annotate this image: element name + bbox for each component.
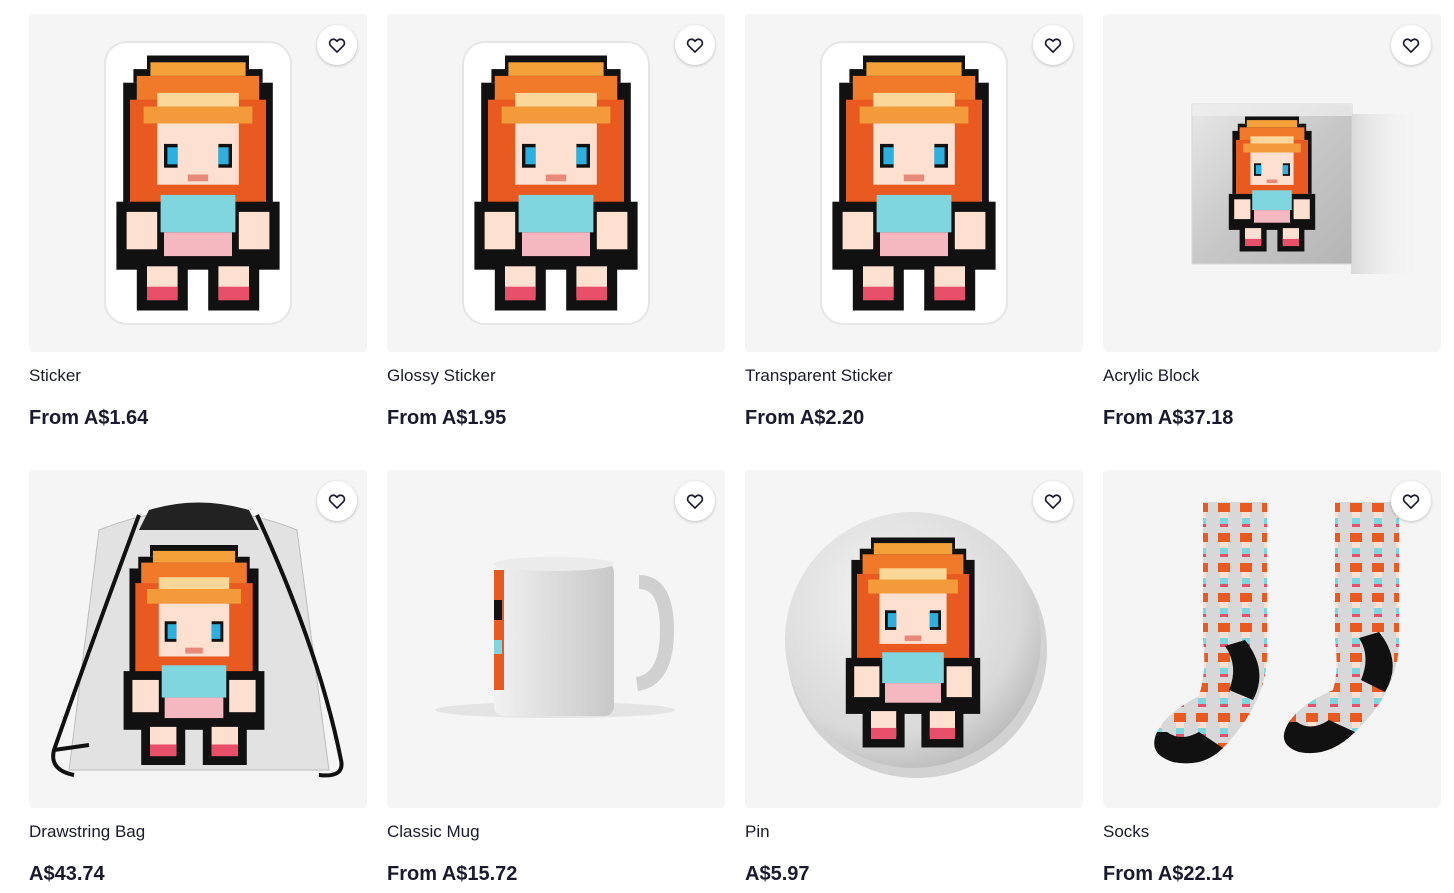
product-price: A$43.74 [29, 863, 105, 885]
pixel-girl-acrylic-block-image [1191, 103, 1421, 274]
heart-outline-icon [1044, 494, 1062, 509]
product-title[interactable]: Glossy Sticker [387, 365, 725, 387]
product-grid: Sticker From A$1.64 Glossy Sticker From … [29, 14, 1441, 886]
product-price: From A$37.18 [1103, 407, 1234, 429]
pixel-girl-pin-image [785, 512, 1047, 778]
product-image[interactable] [745, 470, 1083, 808]
favorite-button[interactable] [675, 25, 715, 65]
heart-outline-icon [686, 494, 704, 509]
product-title[interactable]: Pin [745, 821, 1083, 843]
heart-outline-icon [328, 494, 346, 509]
product-price: A$5.97 [745, 863, 810, 885]
product-image[interactable] [1103, 14, 1441, 352]
product-card-acrylic-block[interactable]: Acrylic Block From A$37.18 [1103, 14, 1441, 430]
product-title[interactable]: Acrylic Block [1103, 365, 1441, 387]
product-price: From A$22.14 [1103, 863, 1234, 885]
pixel-girl-transparent-sticker-image [820, 41, 1008, 325]
product-price: From A$15.72 [387, 863, 518, 885]
favorite-button[interactable] [1033, 481, 1073, 521]
product-price: From A$1.95 [387, 407, 507, 429]
product-card-drawstring-bag[interactable]: Drawstring Bag A$43.74 [29, 470, 367, 886]
product-card-transparent-sticker[interactable]: Transparent Sticker From A$2.20 [745, 14, 1083, 430]
favorite-button[interactable] [1033, 25, 1073, 65]
product-title[interactable]: Classic Mug [387, 821, 725, 843]
heart-outline-icon [1044, 38, 1062, 53]
heart-outline-icon [328, 38, 346, 53]
heart-outline-icon [1402, 494, 1420, 509]
favorite-button[interactable] [1391, 25, 1431, 65]
product-card-pin[interactable]: Pin A$5.97 [745, 470, 1083, 886]
pixel-girl-classic-mug-image [435, 557, 675, 718]
product-card-sticker[interactable]: Sticker From A$1.64 [29, 14, 367, 430]
heart-outline-icon [1402, 38, 1420, 53]
product-image[interactable] [387, 470, 725, 808]
pixel-girl-socks-image [1154, 502, 1399, 764]
product-image[interactable] [745, 14, 1083, 352]
product-price: From A$2.20 [745, 407, 865, 429]
product-title[interactable]: Drawstring Bag [29, 821, 367, 843]
heart-outline-icon [686, 38, 704, 53]
product-card-classic-mug[interactable]: Classic Mug From A$15.72 [387, 470, 725, 886]
product-card-socks[interactable]: Socks From A$22.14 [1103, 470, 1441, 886]
pixel-girl-drawstring-bag-image [51, 502, 344, 778]
favorite-button[interactable] [675, 481, 715, 521]
product-image[interactable] [29, 470, 367, 808]
product-card-glossy-sticker[interactable]: Glossy Sticker From A$1.95 [387, 14, 725, 430]
product-image[interactable] [1103, 470, 1441, 808]
favorite-button[interactable] [1391, 481, 1431, 521]
product-price: From A$1.64 [29, 407, 149, 429]
favorite-button[interactable] [317, 25, 357, 65]
pixel-girl-sticker-image [104, 41, 292, 325]
product-title[interactable]: Transparent Sticker [745, 365, 1083, 387]
pixel-girl-glossy-sticker-image [462, 41, 650, 325]
favorite-button[interactable] [317, 481, 357, 521]
product-title[interactable]: Socks [1103, 821, 1441, 843]
product-image[interactable] [29, 14, 367, 352]
product-title[interactable]: Sticker [29, 365, 367, 387]
product-image[interactable] [387, 14, 725, 352]
